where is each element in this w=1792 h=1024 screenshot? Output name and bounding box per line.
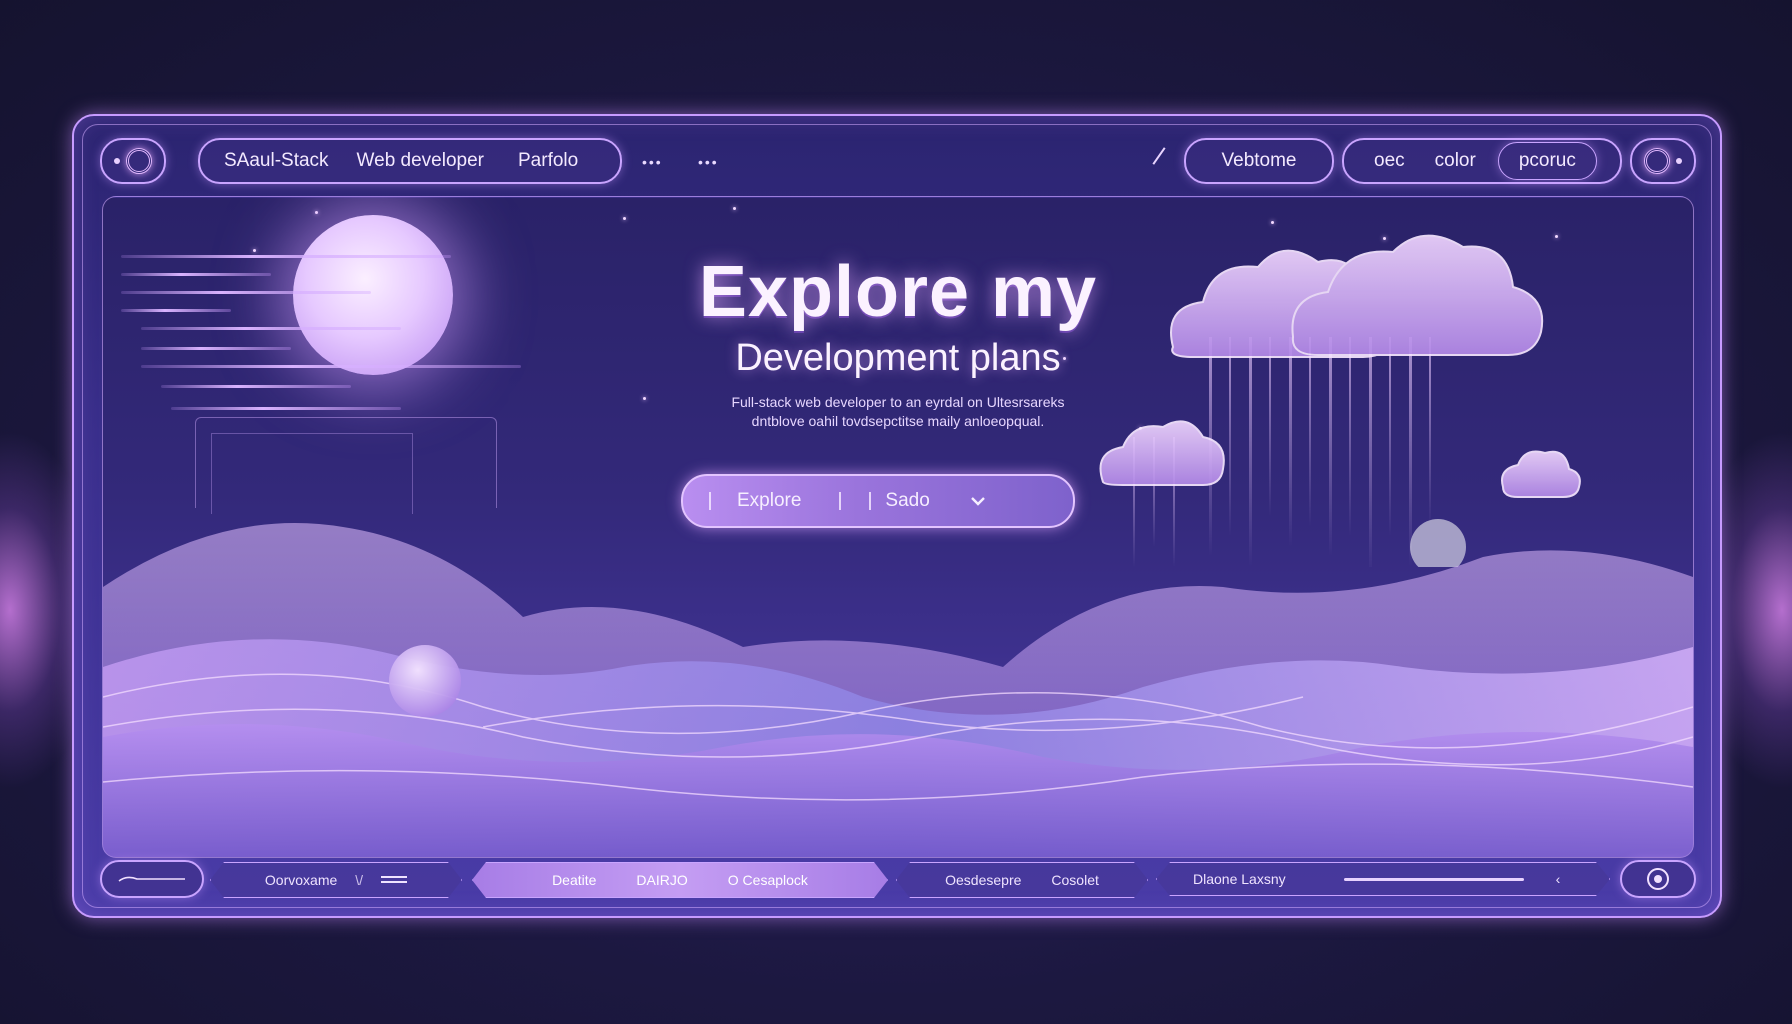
hero-description-line: Full-stack web developer to an eyrdal on… bbox=[731, 394, 1065, 410]
hero-subtitle: Development plans bbox=[735, 337, 1061, 379]
wave-button[interactable] bbox=[100, 860, 204, 898]
top-navigation-bar: SAaul-Stack Web developer Parfolo ••• ••… bbox=[100, 138, 1696, 184]
nav-link-color[interactable]: color bbox=[1435, 150, 1476, 172]
nav-link-oec[interactable]: oec bbox=[1374, 150, 1405, 172]
bottom-tab-overview[interactable]: Oorvoxame \/ bbox=[210, 862, 462, 898]
dot-icon bbox=[114, 158, 120, 164]
star bbox=[623, 217, 626, 220]
bottom-toolbar: Oorvoxame \/ Deatite DAIRJO O Cesaplock … bbox=[100, 860, 1696, 900]
bottom-tab-label[interactable]: Oesdesepre bbox=[945, 872, 1021, 888]
site-title[interactable]: SAaul-Stack bbox=[224, 150, 329, 172]
bottom-tab-label[interactable]: O Cesaplock bbox=[728, 872, 808, 888]
wave-icon bbox=[118, 876, 185, 882]
right-nav-pill: oec color pcoruc bbox=[1342, 138, 1622, 184]
spiral-icon bbox=[1644, 148, 1670, 174]
star bbox=[315, 211, 318, 214]
nav-pill: SAaul-Stack Web developer Parfolo bbox=[198, 138, 622, 184]
code-line bbox=[161, 385, 351, 388]
welcome-button-label: Vebtome bbox=[1221, 150, 1297, 171]
progress-track[interactable] bbox=[1344, 878, 1524, 881]
hero-section: Explore my Development plans Full-stack … bbox=[102, 196, 1694, 858]
wave-landscape bbox=[103, 523, 1693, 857]
welcome-button[interactable]: Vebtome bbox=[1184, 138, 1334, 184]
bottom-tab-label[interactable]: DAIRJO bbox=[636, 872, 687, 888]
hero-description: Full-stack web developer to an eyrdal on… bbox=[663, 393, 1133, 431]
more-dots-icon[interactable]: ••• bbox=[642, 154, 663, 170]
nav-link-portfolio[interactable]: Parfolo bbox=[518, 150, 578, 172]
target-icon bbox=[1647, 868, 1669, 890]
nav-link-web-developer[interactable]: Web developer bbox=[357, 150, 484, 172]
bottom-tab-label[interactable]: Deatite bbox=[552, 872, 596, 888]
hero-description-line: dntblove oahil tovdsepctitse maily anloe… bbox=[751, 413, 1045, 429]
settings-pill[interactable] bbox=[1630, 138, 1696, 184]
star bbox=[733, 207, 736, 210]
bottom-tab-label: Dlaone Laxsny bbox=[1193, 871, 1286, 887]
bottom-tab-progress[interactable]: Dlaone Laxsny ‹ bbox=[1156, 862, 1610, 896]
hero-title: Explore my bbox=[698, 252, 1098, 332]
star bbox=[643, 397, 646, 400]
bottom-tab-group-active[interactable]: Deatite DAIRJO O Cesaplock bbox=[472, 862, 888, 898]
nav-pill-pcoruc-label: pcoruc bbox=[1518, 150, 1576, 171]
chevron-icon: \/ bbox=[355, 872, 364, 888]
target-button[interactable] bbox=[1620, 860, 1696, 898]
nav-pill-pcoruc[interactable]: pcoruc bbox=[1497, 142, 1597, 180]
spiral-icon bbox=[126, 148, 152, 174]
bottom-tab-label: Oorvoxame bbox=[264, 872, 338, 888]
more-dots-icon[interactable]: ••• bbox=[698, 154, 719, 170]
dot-icon bbox=[1676, 158, 1682, 164]
sphere-graphic bbox=[389, 645, 461, 717]
bottom-tab-label[interactable]: Cosolet bbox=[1051, 872, 1098, 888]
code-line bbox=[171, 407, 401, 410]
target-icon-center bbox=[1654, 875, 1662, 883]
slash-icon bbox=[1152, 147, 1166, 165]
bottom-tab-group[interactable]: Oesdesepre Cosolet bbox=[896, 862, 1148, 898]
chevron-left-icon[interactable]: ‹ bbox=[1556, 871, 1561, 887]
menu-pill[interactable] bbox=[100, 138, 166, 184]
browser-window: SAaul-Stack Web developer Parfolo ••• ••… bbox=[72, 114, 1722, 918]
menu-lines-icon bbox=[381, 875, 407, 885]
